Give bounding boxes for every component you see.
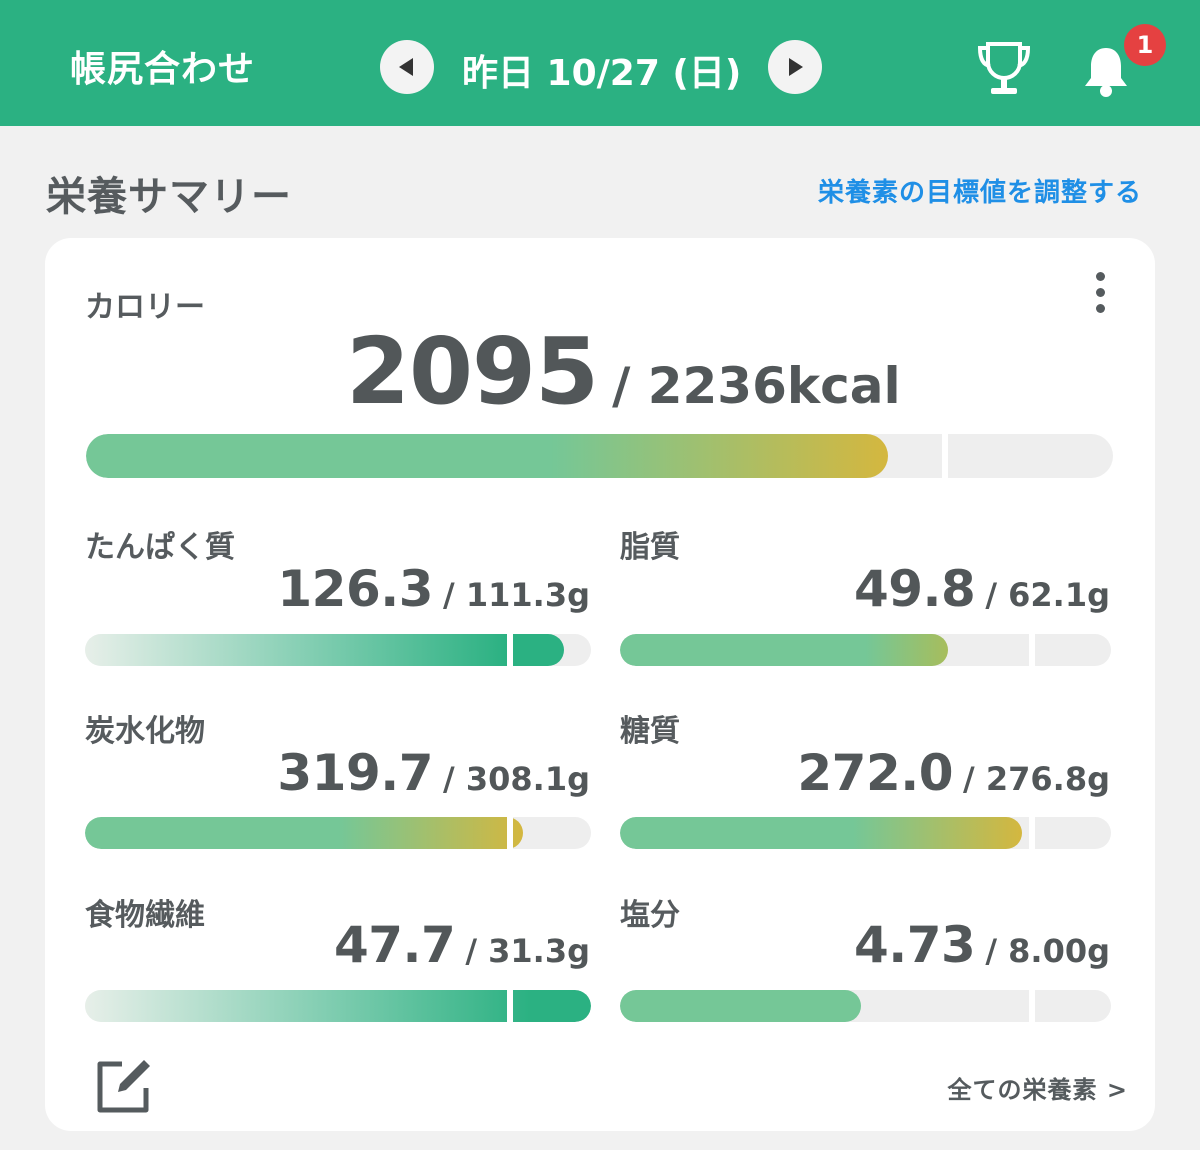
protein-progress-fill	[85, 634, 564, 666]
notification-badge: 1	[1124, 24, 1166, 66]
protein-progress-bar	[85, 634, 591, 666]
chevron-left-icon	[399, 58, 413, 76]
fiber-progress-fill	[85, 990, 591, 1022]
prev-day-button[interactable]	[380, 40, 434, 94]
fiber-values: 47.7/ 31.3g	[334, 916, 590, 974]
salt-target-marker	[1029, 990, 1035, 1022]
protein-label: たんぱく質	[85, 530, 235, 565]
protein-target: / 111.3g	[443, 576, 590, 614]
sugar-label: 糖質	[620, 714, 680, 749]
carbs-progress-bar	[85, 817, 591, 849]
carbs-progress-fill	[85, 817, 523, 849]
carbs-values: 319.7/ 308.1g	[277, 744, 590, 802]
page-title: 帳尻合わせ	[70, 49, 256, 90]
fiber-label: 食物繊維	[85, 898, 205, 933]
carbs-target-marker	[507, 817, 513, 849]
calorie-progress-fill	[86, 434, 888, 478]
sugar-progress-bar	[620, 817, 1111, 849]
salt-progress-fill	[620, 990, 861, 1022]
section-title: 栄養サマリー	[46, 174, 292, 220]
calorie-target-marker	[942, 434, 948, 478]
carbs-label: 炭水化物	[85, 714, 205, 749]
sugar-values: 272.0/ 276.8g	[797, 744, 1110, 802]
salt-label: 塩分	[620, 898, 680, 933]
carbs-current: 319.7	[277, 744, 434, 802]
fiber-current: 47.7	[333, 916, 456, 974]
salt-current: 4.73	[853, 916, 976, 974]
salt-values: 4.73/ 8.00g	[854, 916, 1110, 974]
adjust-targets-link[interactable]: 栄養素の目標値を調整する	[818, 172, 1142, 209]
fiber-target-marker	[507, 990, 513, 1022]
sugar-progress-fill	[620, 817, 1022, 849]
all-nutrients-link[interactable]: 全ての栄養素 >	[948, 1070, 1128, 1105]
calorie-current: 2095	[346, 318, 599, 425]
fat-target-marker	[1029, 634, 1035, 666]
fat-progress-bar	[620, 634, 1111, 666]
calorie-values: 2095/ 2236kcal	[346, 318, 901, 425]
salt-progress-bar	[620, 990, 1111, 1022]
app-header: 帳尻合わせ 昨日 10/27 (日) 1	[0, 0, 1200, 126]
fat-progress-fill	[620, 634, 948, 666]
calorie-target: / 2236kcal	[612, 357, 901, 415]
salt-target: / 8.00g	[985, 932, 1110, 970]
carbs-target: / 308.1g	[443, 760, 590, 798]
protein-values: 126.3/ 111.3g	[277, 560, 590, 618]
date-label: 昨日 10/27 (日)	[462, 53, 742, 94]
sugar-target-marker	[1029, 817, 1035, 849]
more-options-icon[interactable]	[1088, 272, 1112, 320]
protein-target-marker	[507, 634, 513, 666]
chevron-right-icon	[789, 58, 803, 76]
calorie-label: カロリー	[85, 290, 205, 325]
sugar-target: / 276.8g	[963, 760, 1110, 798]
calorie-progress-bar	[86, 434, 1113, 478]
fat-label: 脂質	[620, 530, 680, 565]
edit-icon[interactable]	[92, 1056, 154, 1118]
fat-target: / 62.1g	[985, 576, 1110, 614]
fat-values: 49.8/ 62.1g	[854, 560, 1110, 618]
fiber-target: / 31.3g	[465, 932, 590, 970]
next-day-button[interactable]	[768, 40, 822, 94]
fiber-progress-bar	[85, 990, 591, 1022]
protein-current: 126.3	[277, 560, 434, 618]
fat-current: 49.8	[853, 560, 976, 618]
trophy-icon[interactable]	[974, 38, 1034, 100]
sugar-current: 272.0	[797, 744, 954, 802]
